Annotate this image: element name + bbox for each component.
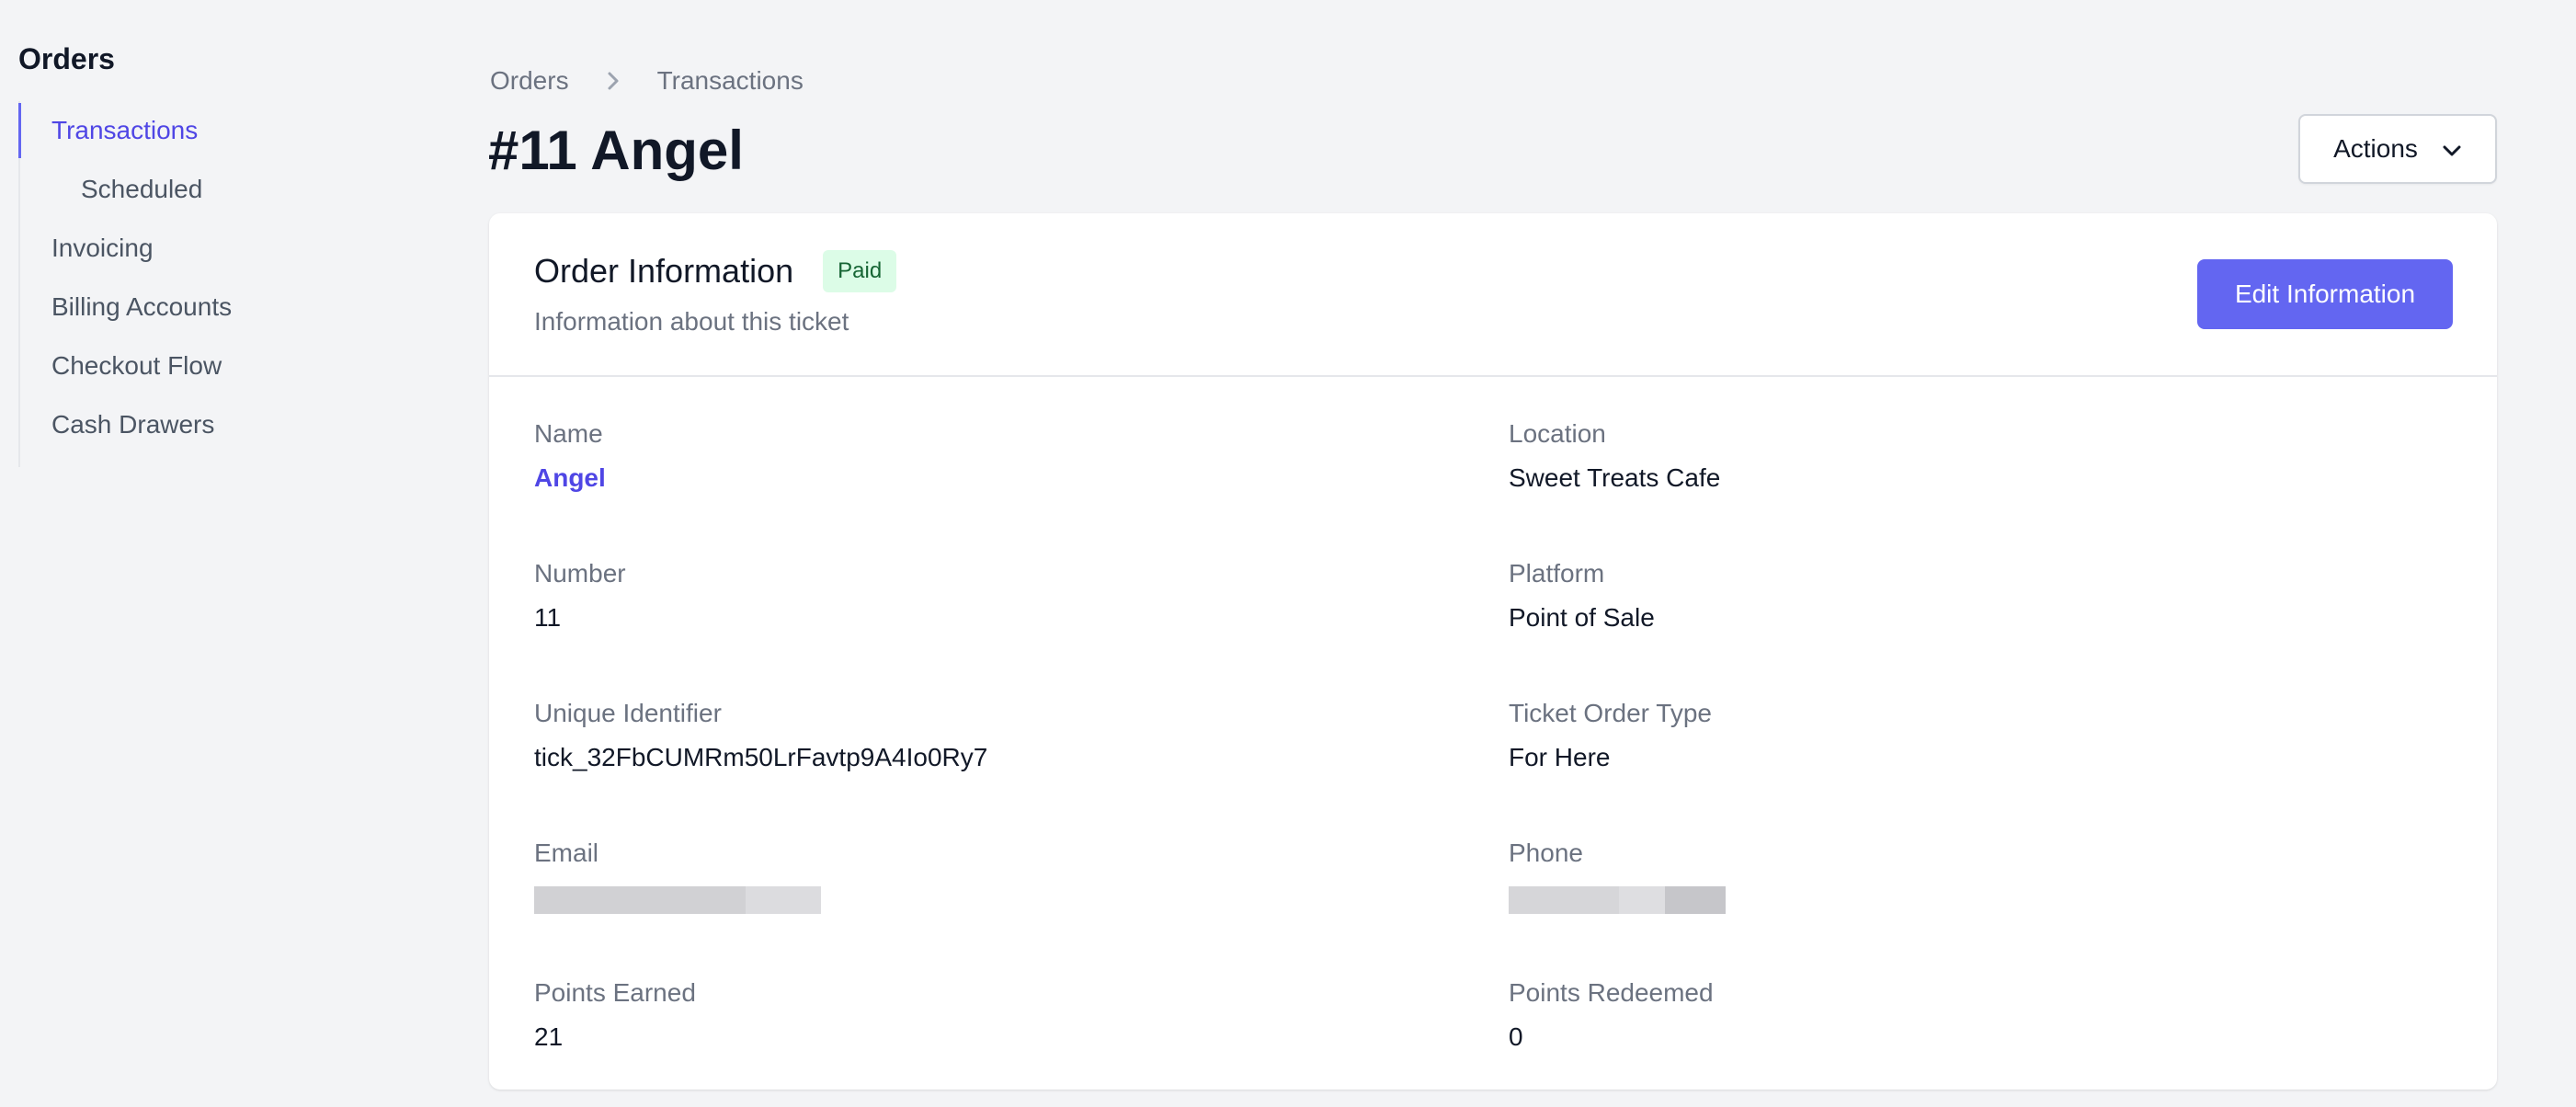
status-badge: Paid	[823, 250, 897, 292]
field-label: Email	[534, 839, 599, 867]
redacted-phone-value	[1509, 886, 2465, 914]
field-email: Email	[534, 833, 1509, 930]
card-title: Order Information	[534, 252, 794, 290]
chevron-down-icon	[2442, 134, 2462, 164]
field-number: Number 11	[534, 554, 1509, 651]
field-location: Location Sweet Treats Cafe	[1509, 414, 2465, 511]
field-value: Sweet Treats Cafe	[1509, 463, 1721, 492]
sidebar-item-cash-drawers[interactable]: Cash Drawers	[20, 395, 405, 454]
sidebar-nav: Transactions Scheduled Invoicing Billing…	[18, 101, 405, 467]
field-label: Unique Identifier	[534, 699, 722, 727]
sidebar-item-scheduled[interactable]: Scheduled	[20, 160, 405, 219]
redacted-email-value	[534, 886, 1509, 914]
order-information-card: Order Information Paid Information about…	[489, 213, 2497, 1090]
field-value: Point of Sale	[1509, 603, 1655, 632]
card-subtitle: Information about this ticket	[534, 307, 849, 336]
field-platform: Platform Point of Sale	[1509, 554, 2465, 651]
page-title: #11 Angel	[488, 120, 744, 181]
app-root: Orders Transactions Scheduled Invoicing …	[0, 0, 2576, 1107]
field-points-redeemed: Points Redeemed 0	[1509, 973, 2465, 1070]
order-fields: Name Angel Location Sweet Treats Cafe Nu…	[534, 414, 2465, 1070]
field-label: Ticket Order Type	[1509, 699, 1712, 727]
field-ticket-order-type: Ticket Order Type For Here	[1509, 693, 2465, 791]
field-label: Points Redeemed	[1509, 978, 1714, 1007]
field-value: 21	[534, 1022, 564, 1051]
field-unique-identifier: Unique Identifier tick_32FbCUMRm50LrFavt…	[534, 693, 1509, 791]
sidebar-item-billing-accounts[interactable]: Billing Accounts	[20, 278, 405, 337]
sidebar-item-checkout-flow[interactable]: Checkout Flow	[20, 337, 405, 395]
actions-dropdown-button[interactable]: Actions	[2298, 114, 2497, 184]
sidebar-title: Orders	[18, 42, 115, 75]
field-value: 0	[1509, 1022, 1523, 1051]
sidebar-item-invoicing[interactable]: Invoicing	[20, 219, 405, 278]
field-points-earned: Points Earned 21	[534, 973, 1509, 1070]
field-label: Phone	[1509, 839, 1583, 867]
actions-label: Actions	[2333, 134, 2418, 163]
field-phone: Phone	[1509, 833, 2465, 930]
field-label: Number	[534, 559, 626, 588]
field-value: tick_32FbCUMRm50LrFavtp9A4Io0Ry7	[534, 743, 988, 771]
chevron-right-icon	[569, 70, 657, 92]
field-label: Points Earned	[534, 978, 696, 1007]
field-name: Name Angel	[534, 414, 1509, 511]
sidebar: Orders Transactions Scheduled Invoicing …	[18, 39, 405, 467]
customer-name-link[interactable]: Angel	[534, 458, 1509, 498]
card-header: Order Information Paid Information about…	[489, 213, 2497, 377]
field-label: Platform	[1509, 559, 1605, 588]
card-title-row: Order Information Paid	[534, 250, 897, 292]
field-value: 11	[534, 603, 562, 632]
breadcrumb-transactions[interactable]: Transactions	[657, 64, 804, 97]
field-label: Location	[1509, 419, 1606, 448]
edit-information-button[interactable]: Edit Information	[2197, 259, 2453, 329]
sidebar-item-transactions[interactable]: Transactions	[18, 101, 405, 160]
breadcrumb-orders[interactable]: Orders	[490, 64, 569, 97]
field-label: Name	[534, 419, 603, 448]
field-value: For Here	[1509, 743, 1611, 771]
breadcrumb: Orders Transactions	[490, 64, 804, 97]
